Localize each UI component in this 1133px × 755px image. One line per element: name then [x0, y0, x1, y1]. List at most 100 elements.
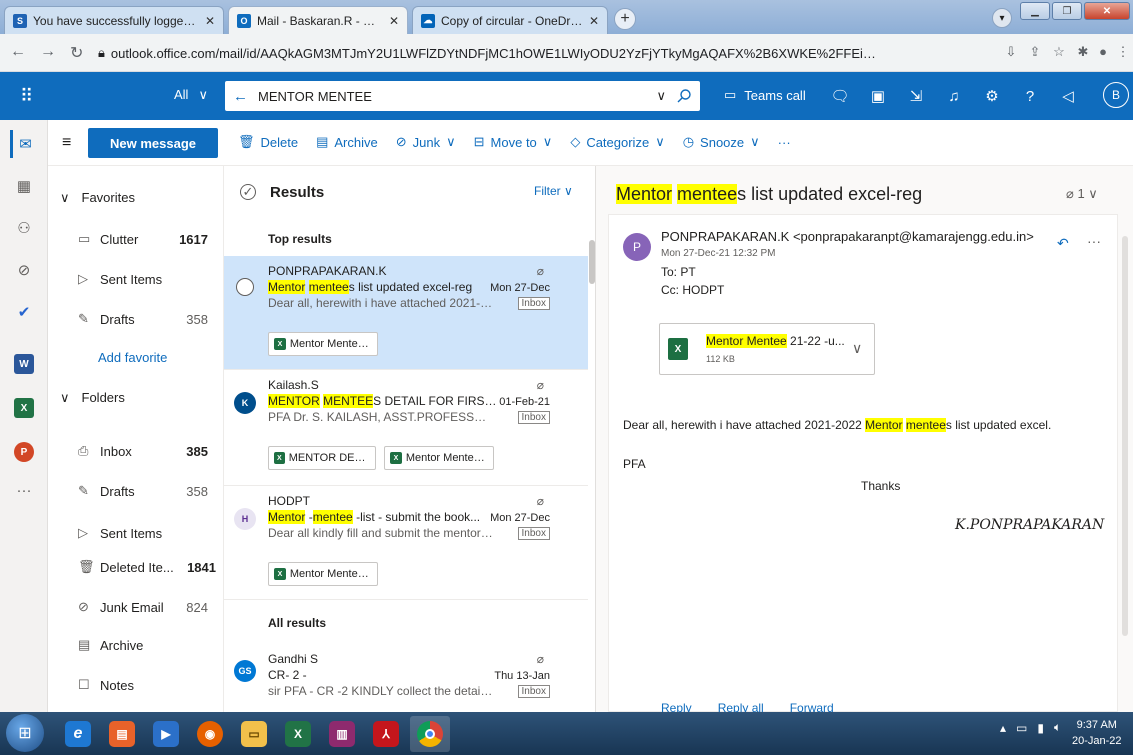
avatar[interactable]: P [623, 233, 651, 261]
help-icon[interactable]: ? [1018, 84, 1042, 108]
clock[interactable]: 9:37 AM 20-Jan-22 [1072, 717, 1122, 749]
excel-icon[interactable]: X [278, 716, 318, 752]
calendar-icon[interactable]: ▦ [10, 172, 38, 200]
list-item[interactable]: GS Gandhi S ⌀ CR- 2 - Thu 13-Jan sir PFA… [224, 644, 588, 712]
app-launcher-icon[interactable]: ⠿ [20, 86, 33, 107]
select-all-check-icon[interactable]: ✓ [240, 184, 256, 200]
more-actions-icon[interactable]: ··· [1087, 233, 1101, 249]
back-arrow-icon[interactable]: ← [233, 88, 248, 105]
favorites-header[interactable]: ∨ Favorites [60, 190, 135, 206]
gear-icon[interactable]: ⚙ [980, 84, 1004, 108]
teams-call-button[interactable]: ▭ Teams call [724, 87, 806, 103]
file-manager-icon[interactable]: ▤ [102, 716, 142, 752]
browser-tab-outlook[interactable]: O Mail - Baskaran.R - Outlook ✕ [228, 6, 408, 34]
chat-icon[interactable]: 🗨︎ [828, 84, 852, 108]
network-icon[interactable]: ▭ [1016, 721, 1027, 735]
profile-icon[interactable]: ● [1094, 44, 1112, 62]
close-window-button[interactable]: ✕ [1084, 2, 1130, 20]
folder-item-archive[interactable]: ▤ Archive [78, 630, 224, 660]
powerpoint-icon[interactable]: P [14, 442, 34, 462]
browser-tab-login[interactable]: S You have successfully logged in. ✕ [4, 6, 224, 34]
attachment-chip[interactable]: X Mentor Mentee... [384, 446, 494, 470]
word-icon[interactable]: W [14, 354, 34, 374]
delete-button[interactable]: 🗑︎ Delete [238, 134, 298, 150]
reading-scrollbar[interactable] [1122, 236, 1128, 636]
bell-icon[interactable]: ♫ [942, 84, 966, 108]
maximize-button[interactable]: ❐ [1052, 2, 1082, 20]
attachment-chip[interactable]: X Mentor Mentee... [268, 562, 378, 586]
windows-start-icon[interactable]: ⊞ [6, 714, 44, 752]
todo-check-icon[interactable]: ✔ [10, 298, 38, 326]
my-day-icon[interactable]: ⇲ [904, 84, 928, 108]
address-bar[interactable]: 🔒︎ outlook.office.com/mail/id/AAQkAGM3MT… [98, 39, 888, 67]
list-item[interactable]: K Kailash.S ⌀ MENTOR MENTEES DETAIL FOR … [224, 370, 588, 486]
media-player-icon[interactable]: ▶ [146, 716, 186, 752]
people-icon[interactable]: ⚇ [10, 214, 38, 242]
folder-item-drafts[interactable]: ✎ Drafts 358 [78, 476, 224, 506]
forward-arrow-icon[interactable]: → [40, 43, 56, 61]
minimize-button[interactable]: ▁ [1020, 2, 1050, 20]
battery-icon[interactable]: ▮ [1037, 721, 1044, 735]
close-tab-icon[interactable]: ✕ [389, 14, 399, 28]
folders-header[interactable]: ∨ Folders [60, 390, 125, 406]
attachment-card[interactable]: X Mentor Mentee 21-22 -u... 112 KB ∨ [659, 323, 875, 375]
close-tab-icon[interactable]: ✕ [205, 14, 215, 28]
acrobat-icon[interactable]: ⅄ [366, 716, 406, 752]
search-icon[interactable] [676, 88, 692, 104]
folder-item-clutter[interactable]: ▭ Clutter 1617 [78, 224, 224, 254]
folder-item-junk[interactable]: ⊘ Junk Email 824 [78, 592, 224, 622]
folder-item-drafts[interactable]: ✎ Drafts 358 [78, 304, 224, 334]
extensions-icon[interactable]: ✱ [1074, 44, 1092, 62]
select-radio[interactable] [236, 278, 254, 296]
hamburger-menu-icon[interactable]: ≡ [62, 134, 71, 152]
folder-item-deleted[interactable]: 🗑︎ Deleted Ite... 1841 [78, 552, 224, 582]
browser-menu-icon[interactable]: ⋮ [1114, 44, 1132, 62]
firefox-icon[interactable]: ◉ [190, 716, 230, 752]
search-input[interactable]: ← MENTOR MENTEE ∨ [225, 81, 700, 111]
share-icon[interactable]: ⇪ [1026, 44, 1044, 62]
mail-icon[interactable]: ✉ [10, 130, 38, 158]
internet-explorer-icon[interactable]: e [58, 716, 98, 752]
onenote-icon[interactable]: ▣ [866, 84, 890, 108]
filter-button[interactable]: Filter ∨ [534, 184, 573, 198]
reload-icon[interactable]: ↻ [70, 43, 83, 63]
junk-button[interactable]: ⊘ Junk ∨ [396, 134, 456, 150]
excel-icon[interactable]: X [14, 398, 34, 418]
feedback-icon[interactable]: ◁ [1056, 84, 1080, 108]
add-favorite-link[interactable]: Add favorite [98, 350, 167, 365]
list-item[interactable]: H HODPT ⌀ Mentor -mentee -list - submit … [224, 486, 588, 600]
folder-item-sent[interactable]: ▷ Sent Items [78, 264, 224, 294]
chrome-icon[interactable] [410, 716, 450, 752]
winrar-icon[interactable]: ▥ [322, 716, 362, 752]
folder-item-inbox[interactable]: ⎙ Inbox 385 [78, 436, 224, 466]
new-message-button[interactable]: New message [88, 128, 218, 158]
account-avatar[interactable]: B [1103, 82, 1129, 108]
tab-search-icon[interactable]: ▾ [992, 8, 1012, 28]
new-tab-button[interactable]: + [614, 8, 636, 30]
volume-icon[interactable]: 🔈︎ [1054, 720, 1061, 735]
more-commands-button[interactable]: ··· [778, 134, 791, 150]
reply-icon[interactable]: ↶ [1057, 235, 1069, 252]
snooze-button[interactable]: ◷ Snooze ∨ [683, 134, 760, 150]
close-tab-icon[interactable]: ✕ [589, 14, 599, 28]
move-to-button[interactable]: ⊟ Move to ∨ [474, 134, 553, 150]
folder-icon[interactable]: ▭ [234, 716, 274, 752]
search-scope-dropdown[interactable]: All ∨ [174, 87, 208, 103]
attachment-chip[interactable]: XMENTOR DETAI... [268, 446, 376, 470]
archive-button[interactable]: ▤ Archive [316, 134, 378, 150]
folder-item-sent[interactable]: ▷ Sent Items [78, 518, 224, 548]
chevron-down-icon[interactable]: ∨ [852, 340, 862, 357]
list-scrollbar[interactable] [589, 240, 595, 284]
install-app-icon[interactable]: ⇩ [1002, 44, 1020, 62]
attachment-chip[interactable]: X Mentor Mentee... [268, 332, 378, 356]
bookmark-star-icon[interactable]: ☆ [1050, 44, 1068, 62]
attachment-icon[interactable]: ⊘ [10, 256, 38, 284]
attachment-count[interactable]: ⌀ 1 ∨ [1066, 186, 1098, 202]
list-item[interactable]: PONPRAPAKARAN.K ⌀ Mentor mentees list up… [224, 256, 588, 370]
folder-item-notes[interactable]: ☐ Notes [78, 670, 224, 700]
back-arrow-icon[interactable]: ← [10, 43, 26, 61]
sender-address[interactable]: PONPRAPAKARAN.K <ponprapakaranpt@kamaraj… [661, 229, 1034, 244]
tray-overflow-icon[interactable]: ▴ [1000, 721, 1006, 735]
browser-tab-onedrive[interactable]: ☁ Copy of circular - OneDrive ✕ [412, 6, 608, 34]
categorize-button[interactable]: ◇ Categorize ∨ [570, 134, 664, 150]
